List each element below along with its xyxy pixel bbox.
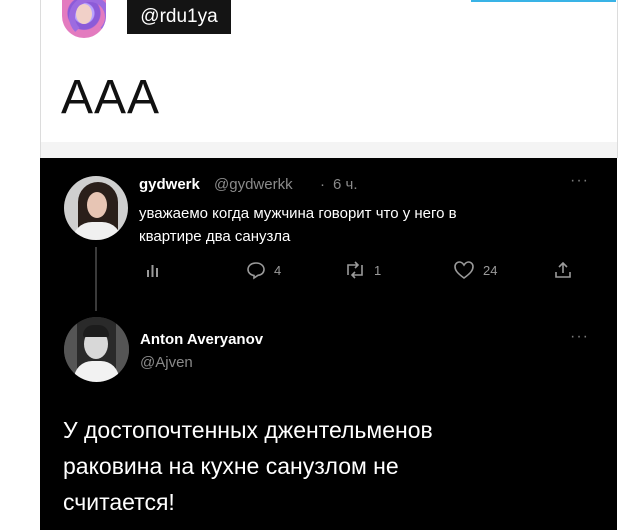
tweet2-text-line1: У достопочтенных джентельменов <box>63 417 433 443</box>
analytics-button[interactable] <box>145 260 163 280</box>
tweet2-more-button[interactable]: ··· <box>570 328 589 346</box>
thread-connector <box>95 247 97 311</box>
tweet2-text-line2: раковина на кухне санузлом не <box>63 453 399 479</box>
like-button[interactable]: 24 <box>453 260 497 280</box>
reply-count: 4 <box>274 262 282 278</box>
gydwerk-avatar[interactable] <box>64 176 128 240</box>
retweet-count: 1 <box>374 262 382 278</box>
tweet2-text-line3: считается! <box>63 489 175 515</box>
tweet1-text: уважаемо когда мужчина говорит что у нег… <box>139 202 569 248</box>
retweet-button[interactable]: 1 <box>344 260 381 280</box>
tweet1-time[interactable]: 6 ч. <box>333 176 358 193</box>
tweet1-handle[interactable]: @gydwerkk <box>214 176 293 193</box>
retweet-icon <box>347 261 363 279</box>
tweet2-text: У достопочтенных джентельменов раковина … <box>63 412 583 520</box>
like-icon <box>454 261 474 279</box>
tweet1-more-button[interactable]: ··· <box>570 172 589 190</box>
tweet1-text-line1: уважаемо когда мужчина говорит что у нег… <box>139 205 457 222</box>
reply-icon <box>247 262 265 280</box>
share-button[interactable] <box>553 260 573 280</box>
top-accent-line <box>471 0 616 2</box>
separator-gap <box>40 142 618 158</box>
like-count: 24 <box>483 262 498 278</box>
tweet2-display-name[interactable]: Anton Averyanov <box>140 331 263 348</box>
share-icon <box>555 261 571 278</box>
tweet1-text-line2: квартире два санузла <box>139 228 291 245</box>
top-user-avatar[interactable] <box>62 0 106 38</box>
top-user-handle[interactable]: @rdu1ya <box>127 0 231 34</box>
anton-averyanov-avatar[interactable] <box>64 317 129 382</box>
reply-button[interactable]: 4 <box>246 260 281 280</box>
tweet2-handle[interactable]: @Ajven <box>140 354 193 371</box>
tweet1-display-name[interactable]: gydwerk <box>139 176 200 193</box>
tweet1-separator: · <box>320 176 325 193</box>
top-post-text: AAA <box>61 71 161 124</box>
analytics-icon <box>147 265 158 277</box>
